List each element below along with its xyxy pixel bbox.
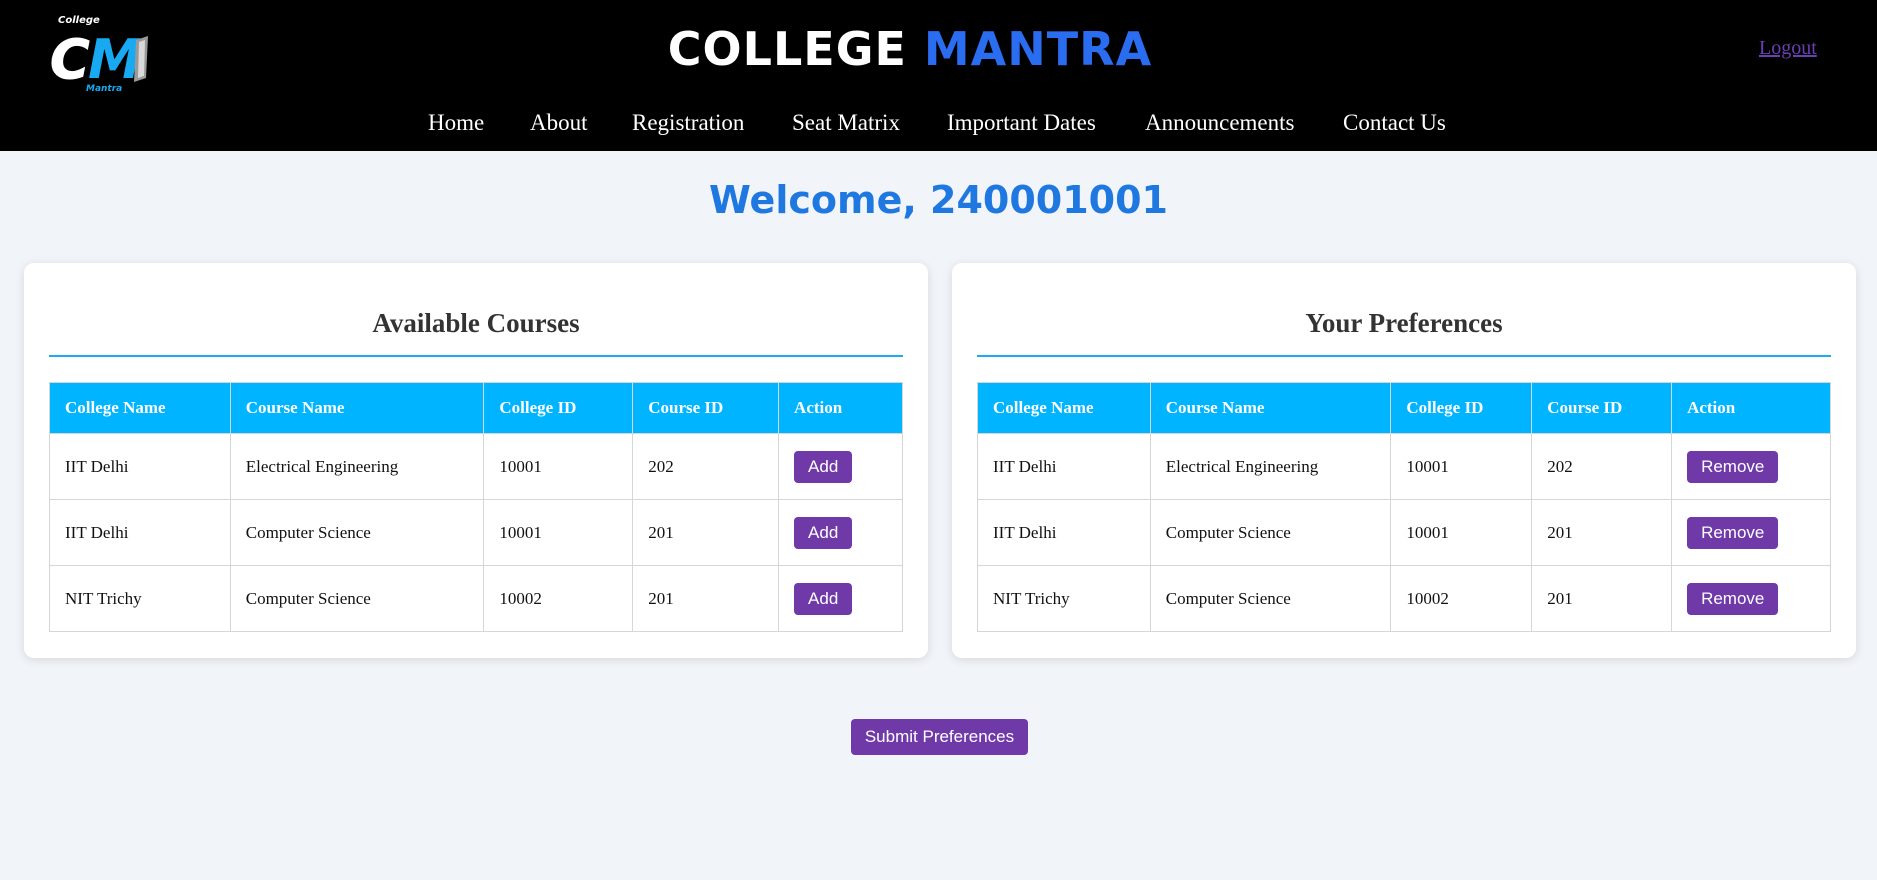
table-header-row: College Name Course Name College ID Cour… [49,382,903,434]
column-header: Course ID [632,382,780,434]
course-id-cell: 202 [632,433,780,500]
table-row: IIT Delhi Computer Science 10001 201 Add [49,499,903,566]
action-cell: Remove [1671,499,1831,566]
table-header-row: College Name Course Name College ID Cour… [977,382,1831,434]
remove-button[interactable]: Remove [1687,516,1779,549]
course-name-cell: Electrical Engineering [229,433,485,500]
add-button[interactable]: Add [794,582,853,615]
site-title: COLLEGE MANTRA [0,22,1820,76]
table-row: NIT Trichy Computer Science 10002 201 Ad… [49,565,903,632]
available-courses-table: College Name Course Name College ID Cour… [49,382,903,632]
column-header: Course Name [229,382,485,434]
divider [977,355,1831,357]
add-button[interactable]: Add [794,450,853,483]
column-header: College ID [1390,382,1533,434]
divider [49,355,903,357]
college-id-cell: 10001 [1390,433,1533,500]
college-id-cell: 10001 [483,499,634,566]
site-title-part1: COLLEGE [667,22,907,76]
nav-contact-us[interactable]: Contact Us [1343,110,1446,136]
nav-about[interactable]: About [530,110,588,136]
available-courses-card: Available Courses College Name Course Na… [24,263,928,658]
nav-seat-matrix[interactable]: Seat Matrix [792,110,900,136]
logout-link[interactable]: Logout [1759,37,1817,60]
course-id-cell: 201 [632,565,780,632]
course-name-cell: Computer Science [229,565,485,632]
nav-announcements[interactable]: Announcements [1145,110,1294,136]
college-id-cell: 10002 [483,565,634,632]
table-row: IIT Delhi Electrical Engineering 10001 2… [49,433,903,500]
remove-button[interactable]: Remove [1687,582,1779,615]
college-name-cell: IIT Delhi [977,433,1151,500]
course-name-cell: Electrical Engineering [1149,433,1392,500]
column-header: College Name [977,382,1151,434]
column-header: Action [1671,382,1831,434]
course-id-cell: 201 [1531,499,1673,566]
column-header: Action [778,382,903,434]
college-name-cell: IIT Delhi [977,499,1151,566]
course-name-cell: Computer Science [1149,499,1392,566]
college-id-cell: 10001 [483,433,634,500]
nav-home[interactable]: Home [428,110,484,136]
college-name-cell: NIT Trichy [977,565,1151,632]
column-header: College ID [483,382,634,434]
table-row: NIT Trichy Computer Science 10002 201 Re… [977,565,1831,632]
course-name-cell: Computer Science [229,499,485,566]
college-name-cell: IIT Delhi [49,499,231,566]
college-id-cell: 10002 [1390,565,1533,632]
welcome-heading: Welcome, 240001001 [709,178,1168,222]
course-id-cell: 201 [632,499,780,566]
column-header: College Name [49,382,231,434]
your-preferences-table: College Name Course Name College ID Cour… [977,382,1831,632]
college-name-cell: IIT Delhi [49,433,231,500]
table-row: IIT Delhi Computer Science 10001 201 Rem… [977,499,1831,566]
site-title-part2: MANTRA [923,22,1153,76]
nav-important-dates[interactable]: Important Dates [947,110,1096,136]
submit-preferences-button[interactable]: Submit Preferences [851,719,1028,755]
svg-text:Mantra: Mantra [86,84,122,92]
action-cell: Add [778,499,903,566]
available-courses-title: Available Courses [372,308,580,338]
your-preferences-title: Your Preferences [1305,308,1503,338]
your-preferences-card: Your Preferences College Name Course Nam… [952,263,1856,658]
action-cell: Remove [1671,565,1831,632]
college-id-cell: 10001 [1390,499,1533,566]
column-header: Course ID [1531,382,1673,434]
action-cell: Remove [1671,433,1831,500]
nav-registration[interactable]: Registration [632,110,744,136]
course-id-cell: 202 [1531,433,1673,500]
college-name-cell: NIT Trichy [49,565,231,632]
action-cell: Add [778,565,903,632]
remove-button[interactable]: Remove [1687,450,1779,483]
course-name-cell: Computer Science [1149,565,1392,632]
table-row: IIT Delhi Electrical Engineering 10001 2… [977,433,1831,500]
main-nav: Home About Registration Seat Matrix Impo… [0,110,1877,142]
site-header: College C M Mantra COLLEGE MANTRA Logout… [0,0,1877,151]
action-cell: Add [778,433,903,500]
column-header: Course Name [1149,382,1392,434]
course-id-cell: 201 [1531,565,1673,632]
add-button[interactable]: Add [794,516,853,549]
